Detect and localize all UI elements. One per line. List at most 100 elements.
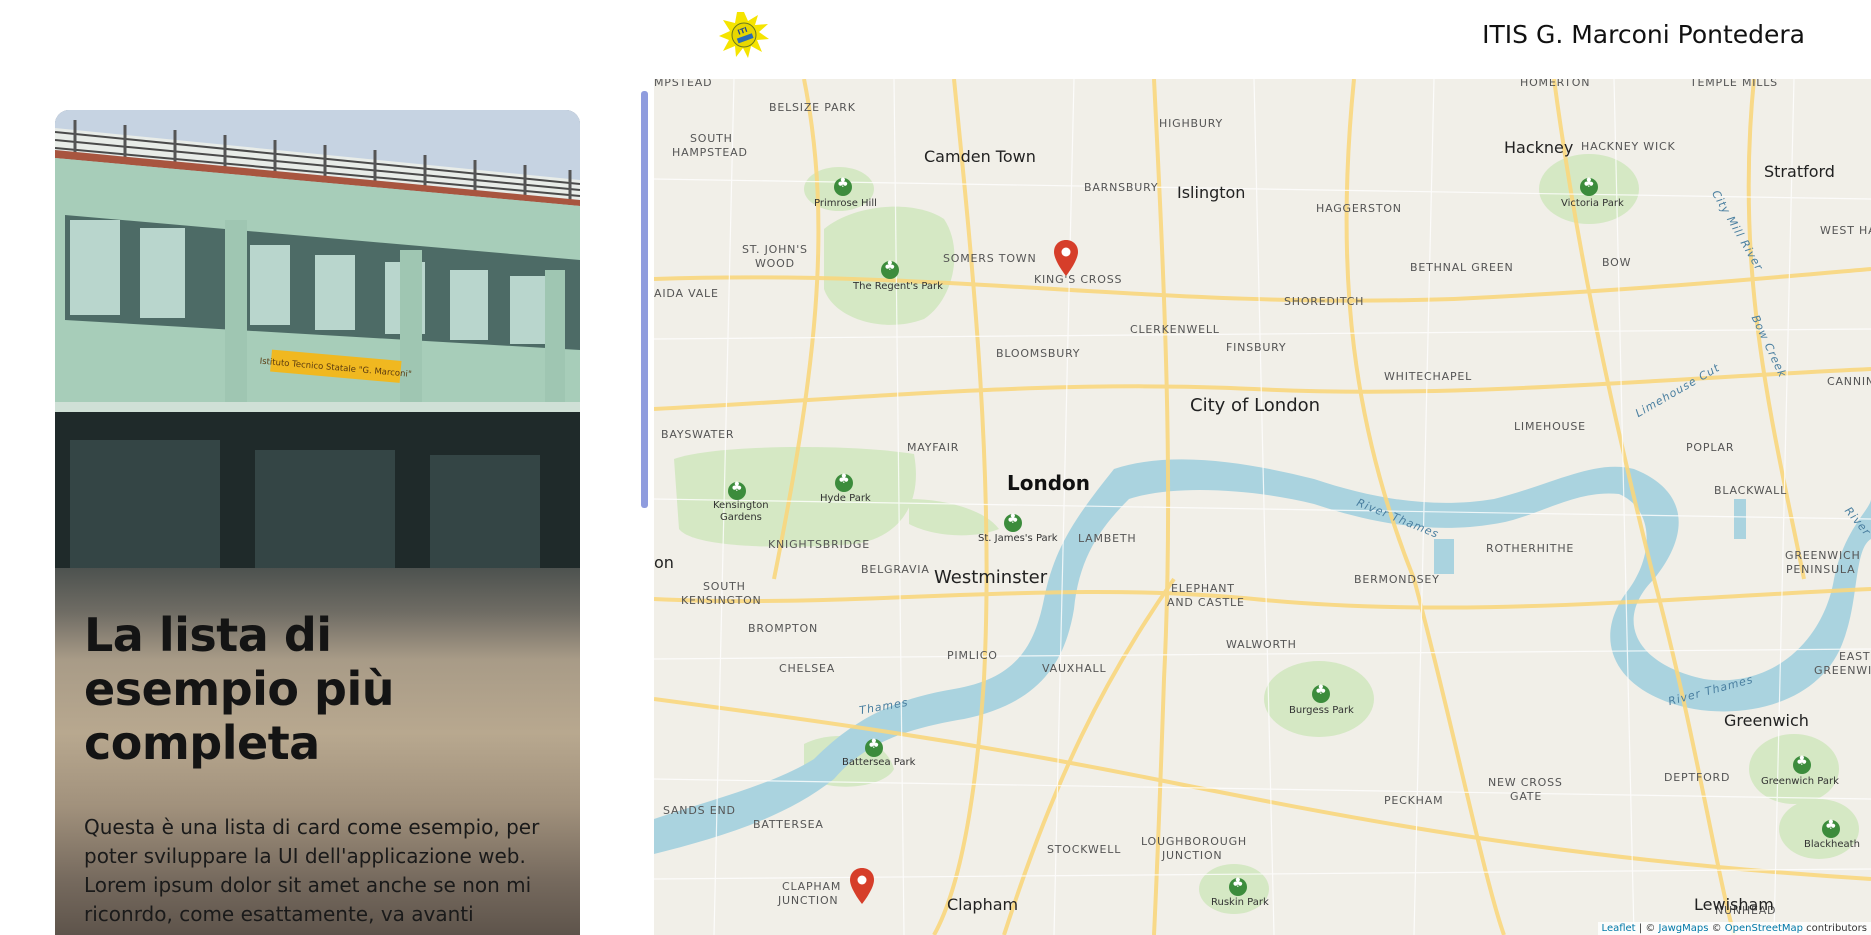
map-label: SHOREDITCH [1284,295,1365,308]
map-label: HOMERTON [1520,79,1591,89]
header: ITI ITIS G. Marconi Pontedera [0,0,1871,78]
map-label: ROTHERHITHE [1486,542,1575,555]
map-label: BELSIZE PARK [769,101,856,114]
attribution-contributors: contributors [1803,923,1867,934]
map-label: JUNCTION [778,894,839,907]
map-label: HACKNEY WICK [1581,140,1676,153]
example-card[interactable]: Istituto Tecnico Statale "G. Marconi" La… [55,110,580,935]
map-label: Victoria Park [1561,198,1624,209]
map-label: SOMERS TOWN [943,252,1037,265]
map-label: BLACKWALL [1714,484,1788,497]
map-label: BATTERSEA [753,818,824,831]
map-label: GATE [1510,790,1543,803]
map-label: AIDA VALE [654,287,719,300]
map-label: CHELSEA [779,662,836,675]
map-label: Stratford [1764,162,1835,181]
map-label: ELEPHANT [1171,582,1235,595]
park-icon [1822,818,1840,838]
map-marker-icon[interactable] [1054,240,1078,276]
map-label: POPLAR [1686,441,1735,454]
map-label: BELGRAVIA [861,563,930,576]
map-label: KNIGHTSBRIDGE [768,538,870,551]
map-attribution: Leaflet | © JawgMaps © OpenStreetMap con… [1597,922,1871,935]
map-label: BARNSBURY [1084,181,1159,194]
map-label: CLERKENWELL [1130,323,1220,336]
map-label: VAUXHALL [1042,662,1107,675]
park-icon [1793,754,1811,774]
map-label: Burgess Park [1289,705,1354,716]
map-label: Hyde Park [820,493,871,504]
map-label: BLOOMSBURY [996,347,1081,360]
map-label: City of London [1190,395,1321,416]
map-label: JUNCTION [1162,849,1223,862]
park-icon [881,259,899,279]
map-label: LIMEHOUSE [1514,420,1586,433]
map-label: Camden Town [924,147,1036,166]
map-label: LOUGHBOROUGH [1141,835,1248,848]
map-label: SANDS END [663,804,736,817]
map-label: MPSTEAD [654,79,713,89]
map-label: WOOD [755,257,795,270]
map-label: SOUTH [690,132,733,145]
park-icon [1229,876,1247,896]
card-description: Questa è una lista di card come esempio,… [84,815,540,926]
park-icon [1004,512,1022,532]
map-label: AND CASTLE [1167,596,1245,609]
map-label: BROMPTON [748,622,818,635]
map-label: PENINSULA [1786,563,1856,576]
map-label: GREENWI [1814,664,1871,677]
card-body: La lista di esempio più completa Questa … [55,568,580,935]
map-label: Lewisham [1694,895,1774,914]
map-label: BOW [1602,256,1632,269]
map-label: The Regent's Park [853,281,943,292]
map-label: STOCKWELL [1047,843,1122,856]
map-label: ST. JOHN'S [742,243,808,256]
map-label: WHITECHAPEL [1384,370,1473,383]
map-label: TEMPLE MILLS [1690,79,1778,89]
map-label: CLAPHAM [782,880,842,893]
map-label: Primrose Hill [814,198,877,209]
map-label: CANNING [1827,375,1871,388]
map-label: SOUTH [703,580,746,593]
map-marker-icon[interactable] [850,868,874,904]
map-label: Battersea Park [842,757,916,768]
openstreetmap-link[interactable]: OpenStreetMap [1725,923,1803,934]
park-icon [834,176,852,196]
map-label: MAYFAIR [907,441,960,454]
map-label: HIGHBURY [1159,117,1223,130]
attribution-separator: | © [1635,923,1659,934]
school-building-photo: Istituto Tecnico Statale "G. Marconi" [55,110,580,568]
map-label: HAMPSTEAD [672,146,748,159]
leaflet-link[interactable]: Leaflet [1602,923,1636,934]
map[interactable]: MPSTEAD BELSIZE PARK SOUTH HAMPSTEAD Cam… [654,79,1871,935]
park-icon [728,480,746,500]
map-label: St. James's Park [978,533,1058,544]
map-label: Westminster [934,567,1048,588]
map-label: PIMLICO [947,649,998,662]
map-label: BETHNAL GREEN [1410,261,1514,274]
map-label: London [1007,471,1091,495]
map-label: Clapham [947,895,1019,914]
map-label: HAGGERSTON [1316,202,1402,215]
map-label: on [654,553,674,572]
map-label: FINSBURY [1226,341,1287,354]
attribution-separator: © [1708,923,1725,934]
card-title: La lista di esempio più completa [84,608,394,770]
map-label: Hackney [1504,138,1574,157]
jawgmaps-link[interactable]: JawgMaps [1659,923,1709,934]
map-label: Islington [1177,183,1246,202]
map-label: KENSINGTON [681,594,762,607]
map-label: EAST [1839,650,1871,663]
park-icon [865,737,883,757]
map-label: DEPTFORD [1664,771,1731,784]
map-label: BAYSWATER [661,428,735,441]
map-label: Ruskin Park [1211,897,1269,908]
map-label: Greenwich [1724,711,1809,730]
marconi-logo-icon[interactable]: ITI [718,11,770,59]
map-label: NEW CROSS [1488,776,1563,789]
map-label: Blackheath [1804,839,1860,850]
map-label: WALWORTH [1226,638,1297,651]
scrollbar-thumb[interactable] [641,91,648,508]
map-label: GREENWICH [1785,549,1861,562]
map-label: PECKHAM [1384,794,1444,807]
